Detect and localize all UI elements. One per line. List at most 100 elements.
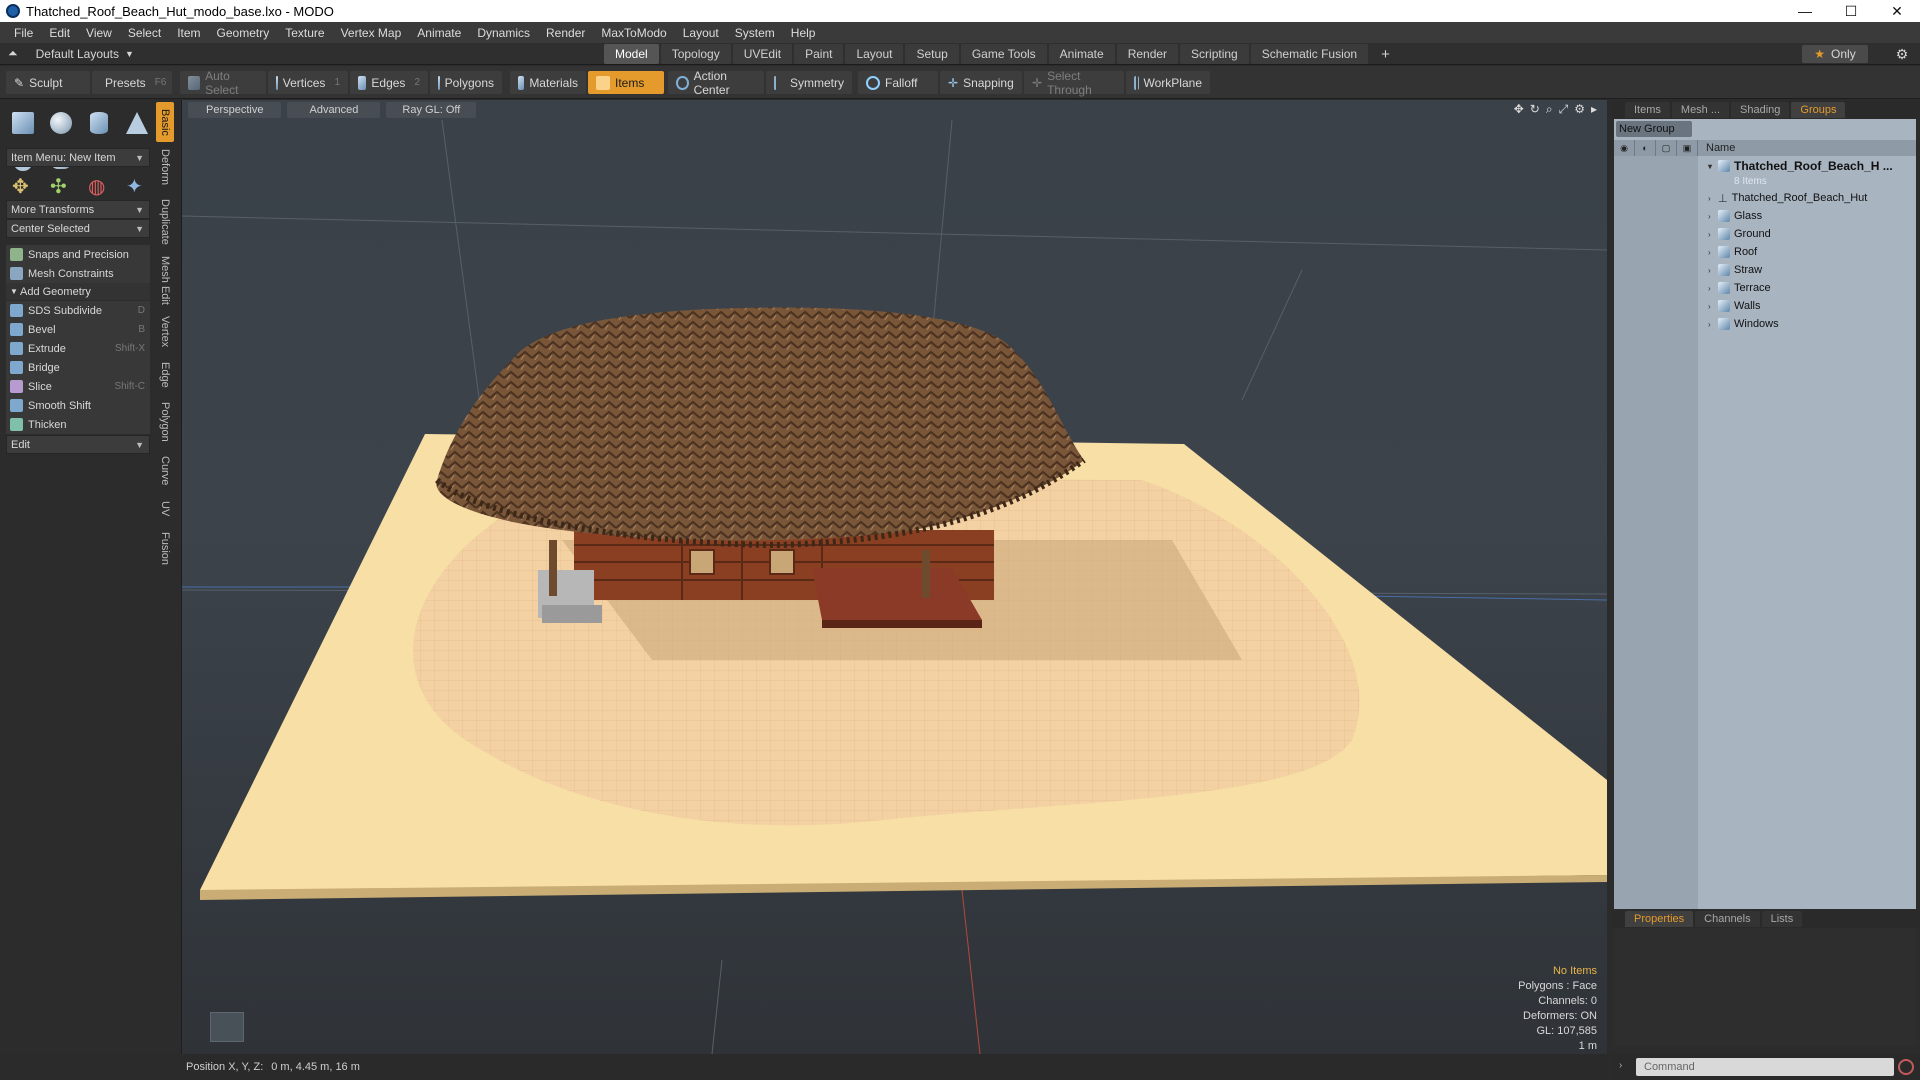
- layout-selector[interactable]: ⏶ Default Layouts ▼: [8, 46, 134, 61]
- expand-arrow-icon[interactable]: ▾: [1708, 162, 1718, 171]
- side-tab-curve[interactable]: Curve: [156, 452, 174, 490]
- slice-button[interactable]: Slice Shift-C: [6, 377, 150, 396]
- close-button[interactable]: ✕: [1874, 0, 1920, 22]
- list-item[interactable]: › Ground: [1698, 225, 1916, 243]
- visibility-column-icon[interactable]: ◉: [1614, 140, 1635, 156]
- tab-model[interactable]: Model: [604, 44, 659, 64]
- zoom-icon[interactable]: ⌕: [1546, 102, 1553, 117]
- groups-list[interactable]: New Group ◉ ◐ ▢ ▣ Name ▾ Thatched_Roof_B…: [1614, 119, 1916, 909]
- menu-texture[interactable]: Texture: [277, 26, 332, 40]
- falloff-button[interactable]: Falloff: [858, 71, 938, 94]
- tab-shading[interactable]: Shading: [1731, 102, 1790, 118]
- expand-arrow-icon[interactable]: ›: [1708, 230, 1718, 239]
- gear-icon[interactable]: ⚙: [1892, 45, 1912, 63]
- side-tab-mesh-edit[interactable]: Mesh Edit: [156, 254, 174, 306]
- snapping-button[interactable]: ✛ Snapping: [940, 71, 1022, 94]
- item-menu-dropdown[interactable]: Item Menu: New Item ▼: [6, 148, 150, 167]
- edit-dropdown[interactable]: Edit ▼: [6, 435, 150, 454]
- transform-tool-button[interactable]: ✦: [122, 170, 152, 200]
- expand-arrow-icon[interactable]: ›: [1708, 284, 1718, 293]
- tab-uvedit[interactable]: UVEdit: [732, 44, 793, 64]
- expand-arrow-icon[interactable]: ›: [1708, 194, 1718, 203]
- command-input[interactable]: Command: [1636, 1058, 1894, 1076]
- auto-select-button[interactable]: Auto Select: [180, 69, 266, 97]
- cylinder-primitive-button[interactable]: [84, 108, 114, 138]
- expand-arrow-icon[interactable]: ›: [1708, 320, 1718, 329]
- tab-render[interactable]: Render: [1116, 44, 1179, 64]
- tab-mesh[interactable]: Mesh ...: [1671, 102, 1730, 118]
- menu-system[interactable]: System: [727, 26, 783, 40]
- side-tab-fusion[interactable]: Fusion: [156, 528, 174, 570]
- polygons-button[interactable]: Polygons: [430, 71, 502, 94]
- add-geometry-section[interactable]: ▼ Add Geometry: [6, 283, 150, 300]
- side-tab-basic[interactable]: Basic: [156, 102, 174, 142]
- select-column-icon[interactable]: ▣: [1677, 140, 1698, 156]
- tab-groups[interactable]: Groups: [1791, 102, 1846, 118]
- record-macro-icon[interactable]: [1898, 1059, 1914, 1075]
- side-tab-vertex[interactable]: Vertex: [156, 312, 174, 352]
- pan-icon[interactable]: ✥: [1514, 102, 1524, 117]
- sds-subdivide-button[interactable]: SDS Subdivide D: [6, 301, 150, 320]
- move-tool-button[interactable]: ✥: [8, 170, 38, 200]
- tab-topology[interactable]: Topology: [660, 44, 731, 64]
- sculpt-button[interactable]: ✎ Sculpt: [6, 71, 90, 94]
- tab-lists[interactable]: Lists: [1761, 911, 1803, 927]
- tab-setup[interactable]: Setup: [905, 44, 959, 64]
- snaps-precision-button[interactable]: Snaps and Precision: [6, 245, 150, 264]
- menu-edit[interactable]: Edit: [41, 26, 78, 40]
- menu-file[interactable]: File: [6, 26, 41, 40]
- menu-dynamics[interactable]: Dynamics: [469, 26, 538, 40]
- list-item[interactable]: › Straw: [1698, 261, 1916, 279]
- maximize-button[interactable]: ☐: [1828, 0, 1874, 22]
- only-toggle[interactable]: ★ Only: [1802, 45, 1868, 63]
- lock-column-icon[interactable]: ▢: [1656, 140, 1677, 156]
- tab-scripting[interactable]: Scripting: [1180, 44, 1249, 64]
- menu-vertex-map[interactable]: Vertex Map: [333, 26, 410, 40]
- side-tab-uv[interactable]: UV: [156, 496, 174, 522]
- menu-geometry[interactable]: Geometry: [209, 26, 278, 40]
- menu-view[interactable]: View: [78, 26, 120, 40]
- expand-arrow-icon[interactable]: ›: [1708, 266, 1718, 275]
- tab-schematic-fusion[interactable]: Schematic Fusion: [1250, 44, 1369, 64]
- side-tab-deform[interactable]: Deform: [156, 146, 174, 188]
- menu-animate[interactable]: Animate: [409, 26, 469, 40]
- thicken-button[interactable]: Thicken: [6, 415, 150, 434]
- add-tab-button[interactable]: +: [1370, 44, 1401, 64]
- list-item[interactable]: › Windows: [1698, 315, 1916, 333]
- side-tab-polygon[interactable]: Polygon: [156, 398, 174, 446]
- 3d-viewport[interactable]: Perspective Advanced Ray GL: Off ✥ ↻ ⌕ ⤢…: [182, 100, 1607, 1054]
- list-item[interactable]: › Glass: [1698, 207, 1916, 225]
- vertices-button[interactable]: Vertices 1: [268, 71, 348, 94]
- fit-icon[interactable]: ⤢: [1559, 102, 1569, 117]
- side-tab-duplicate[interactable]: Duplicate: [156, 194, 174, 250]
- presets-button[interactable]: Presets F6: [92, 71, 172, 94]
- tab-animate[interactable]: Animate: [1048, 44, 1115, 64]
- raygl-button[interactable]: Ray GL: Off: [386, 102, 477, 118]
- viewport-settings-icon[interactable]: ⚙: [1574, 102, 1585, 117]
- edges-button[interactable]: Edges 2: [350, 71, 428, 94]
- menu-select[interactable]: Select: [120, 26, 169, 40]
- shading-mode-button[interactable]: Advanced: [287, 102, 381, 118]
- sphere-primitive-button[interactable]: [46, 108, 76, 138]
- menu-render[interactable]: Render: [538, 26, 593, 40]
- mesh-constraints-button[interactable]: Mesh Constraints: [6, 264, 150, 283]
- list-item[interactable]: › ⊥ Thatched_Roof_Beach_Hut: [1698, 189, 1916, 207]
- expand-arrow-icon[interactable]: ›: [1708, 302, 1718, 311]
- expand-arrow-icon[interactable]: ›: [1708, 248, 1718, 257]
- minimize-button[interactable]: —: [1782, 0, 1828, 22]
- render-column-icon[interactable]: ◐: [1635, 140, 1656, 156]
- orbit-icon[interactable]: ↻: [1530, 102, 1540, 117]
- extrude-button[interactable]: Extrude Shift-X: [6, 339, 150, 358]
- menu-item[interactable]: Item: [169, 26, 208, 40]
- tab-properties[interactable]: Properties: [1625, 911, 1694, 927]
- materials-button[interactable]: Materials: [510, 71, 586, 94]
- tab-layout[interactable]: Layout: [845, 44, 904, 64]
- scale-tool-button[interactable]: ◍: [84, 170, 114, 200]
- symmetry-button[interactable]: Symmetry: [766, 71, 852, 94]
- tab-items[interactable]: Items: [1625, 102, 1670, 118]
- view-type-button[interactable]: Perspective: [188, 102, 282, 118]
- new-group-button[interactable]: New Group: [1616, 121, 1692, 137]
- list-item[interactable]: › Roof: [1698, 243, 1916, 261]
- tab-paint[interactable]: Paint: [794, 44, 844, 64]
- bevel-button[interactable]: Bevel B: [6, 320, 150, 339]
